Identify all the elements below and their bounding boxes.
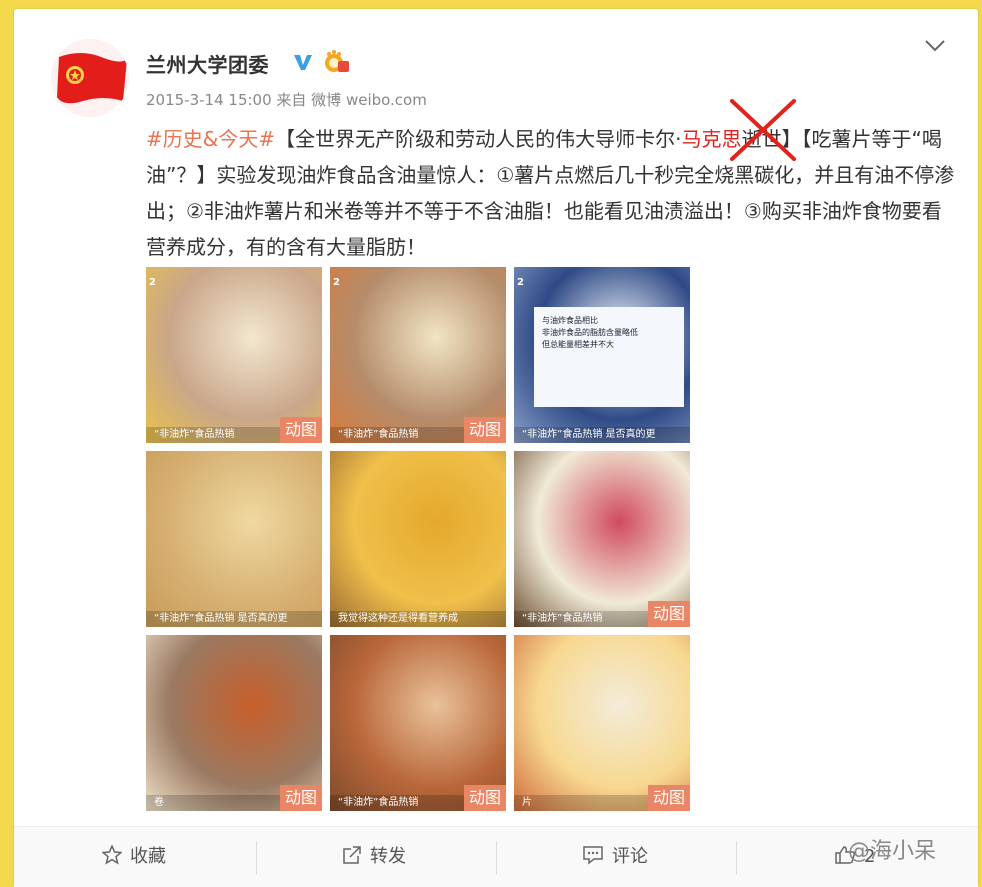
- image-thumbnail[interactable]: 片动图: [514, 635, 690, 811]
- favorite-button[interactable]: 收藏: [101, 827, 166, 887]
- frame-number: 2: [517, 277, 524, 288]
- image-thumbnail[interactable]: “非油炸”食品热销 动图: [514, 451, 690, 627]
- divider: [496, 841, 497, 875]
- image-thumbnail[interactable]: 2 “非油炸”食品热销 动图: [146, 267, 322, 443]
- topic-tag[interactable]: #历史&今天#: [146, 127, 275, 151]
- gif-badge: 动图: [463, 785, 506, 811]
- image-thumbnail[interactable]: 卷动图: [146, 635, 322, 811]
- post-time[interactable]: 2015-3-14 15:00: [146, 91, 272, 109]
- post-source[interactable]: 来自 微博 weibo.com: [276, 91, 426, 109]
- divider: [736, 841, 737, 875]
- image-thumbnail[interactable]: “非油炸”食品热销 是否真的更: [146, 451, 322, 627]
- weibo-post-card: 兰州大学团委 2015-3-14 15:00 来自 微博 weibo.com #…: [14, 9, 978, 887]
- repost-button[interactable]: 转发: [342, 827, 406, 887]
- video-caption: “非油炸”食品热销 是否真的更: [146, 611, 322, 627]
- screen-line: 但总能量相差并不大: [542, 340, 614, 349]
- highlighted-name: 马克思: [681, 127, 742, 151]
- favorite-label: 收藏: [130, 846, 166, 867]
- gif-badge: 动图: [279, 417, 322, 443]
- image-thumbnail[interactable]: 2 与油炸食品相比非油炸食品的脂肪含量略低 但总能量相差并不大 “非油炸”食品热销 是…: [514, 267, 690, 443]
- star-icon: [101, 844, 123, 865]
- repost-icon: [343, 846, 361, 864]
- image-thumbnail[interactable]: 我觉得这种还是得看营养成: [330, 451, 506, 627]
- account-name[interactable]: 兰州大学团委: [146, 49, 269, 78]
- comment-button[interactable]: 评论: [582, 827, 648, 887]
- gif-badge: 动图: [463, 417, 506, 443]
- divider: [256, 841, 257, 875]
- post-meta: 2015-3-14 15:00 来自 微博 weibo.com: [146, 89, 427, 110]
- headline-text: 【全世界无产阶级和劳动人民的伟大导师卡尔·: [275, 127, 682, 151]
- comment-icon: [583, 846, 603, 865]
- frame-number: 2: [333, 277, 340, 288]
- screen-line: 非油炸食品的脂肪含量略低: [542, 328, 638, 337]
- video-caption: 我觉得这种还是得看营养成: [330, 611, 506, 627]
- crown-icon[interactable]: [323, 49, 351, 75]
- screen-line: 与油炸食品相比: [542, 316, 598, 325]
- image-grid: 2 “非油炸”食品热销 动图 2 “非油炸”食品热销 动图 2 与油炸食品相比 非油炸食品的脂肪…: [146, 267, 690, 811]
- chevron-down-icon[interactable]: [924, 39, 946, 53]
- watermark: @海小呆: [848, 839, 937, 864]
- avatar[interactable]: [51, 39, 129, 117]
- comment-label: 评论: [612, 846, 648, 867]
- gif-badge: 动图: [647, 785, 690, 811]
- image-thumbnail[interactable]: 2 “非油炸”食品热销 动图: [330, 267, 506, 443]
- gif-badge: 动图: [647, 601, 690, 627]
- video-caption: “非油炸”食品热销 是否真的更: [514, 427, 690, 443]
- gif-badge: 动图: [279, 785, 322, 811]
- frame-number: 2: [149, 277, 156, 288]
- headline-end: 逝世】: [741, 127, 802, 151]
- verified-icon: [294, 55, 312, 70]
- screen-text: 与油炸食品相比非油炸食品的脂肪含量略低 但总能量相差并不大: [534, 307, 684, 407]
- repost-label: 转发: [370, 846, 406, 867]
- post-text: #历史&今天#【全世界无产阶级和劳动人民的伟大导师卡尔·马克思逝世】【吃薯片等于…: [146, 121, 961, 265]
- image-thumbnail[interactable]: “非油炸”食品热销 动图: [330, 635, 506, 811]
- action-bar: 收藏 转发 评论 2: [14, 826, 978, 887]
